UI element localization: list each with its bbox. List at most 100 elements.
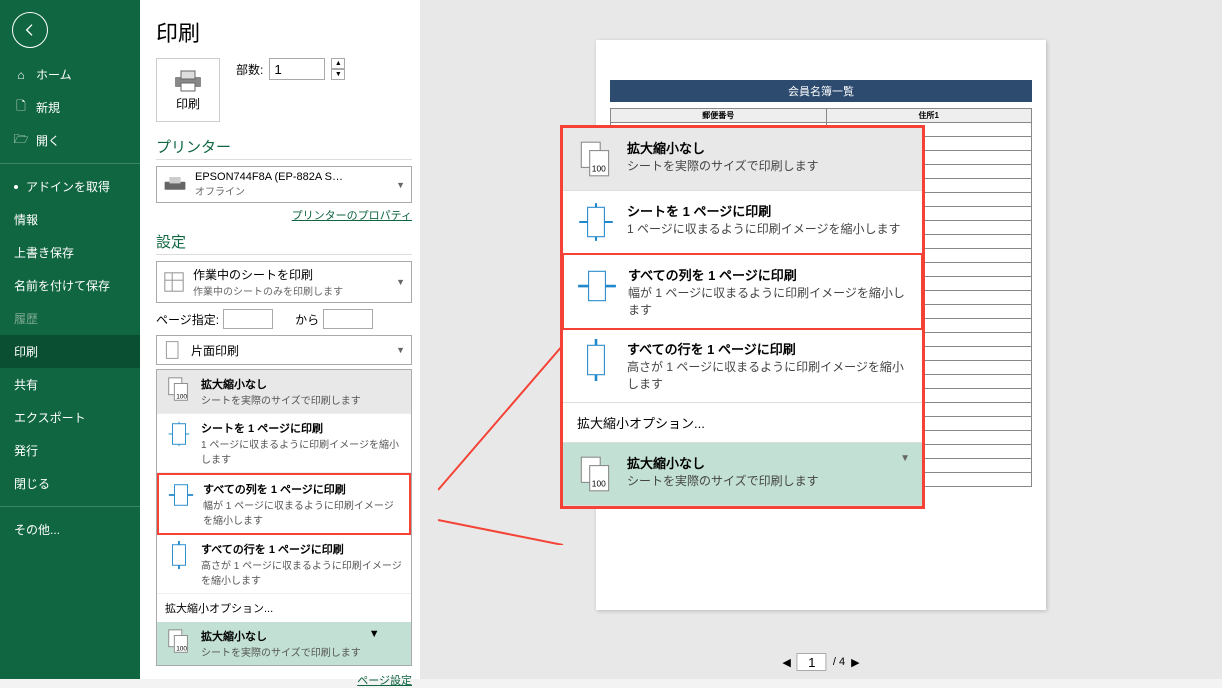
page-setup-link[interactable]: ページ設定 [156,672,412,688]
nav-info[interactable]: 情報 [0,203,140,236]
scaling-options-link[interactable]: 拡大縮小オプション... [157,594,411,622]
pages-100-icon: 100 [575,138,617,180]
option-title: 拡大縮小なし [201,376,361,392]
back-button[interactable] [12,12,48,48]
current-desc: シートを実際のサイズで印刷します [627,472,819,489]
printer-dropdown[interactable]: EPSON744F8A (EP-882A S… オフライン ▼ [156,166,412,203]
nav-save[interactable]: 上書き保存 [0,236,140,269]
printer-icon [163,175,187,195]
nav-new[interactable]: 🗋 新規 [0,91,140,124]
option-title: すべての列を 1 ページに印刷 [628,265,909,284]
pages-100-icon: 100 [165,628,193,656]
option-desc: 高さが 1 ページに収まるように印刷イメージを縮小します [627,358,910,392]
nav-label: 履歴 [14,310,38,327]
page-to-input[interactable] [323,309,373,329]
copies-input[interactable] [269,58,325,80]
copies-spinner[interactable]: ▲▼ [331,58,345,80]
page-range: ページ指定: から [156,309,412,329]
svg-text:100: 100 [592,164,606,174]
option-desc: 幅が 1 ページに収まるように印刷イメージを縮小します [203,497,401,527]
copies-label: 部数: [236,61,263,78]
chevron-down-icon: ▼ [396,180,405,190]
scaling-current[interactable]: 100 拡大縮小なしシートを実際のサイズで印刷します ▼ [157,622,411,665]
next-page-button[interactable]: ▶ [851,656,859,669]
nav-export[interactable]: エクスポート [0,401,140,434]
callout-current[interactable]: 100 拡大縮小なしシートを実際のサイズで印刷します ▼ [563,443,922,506]
new-icon: 🗋 [14,101,28,115]
backstage-sidebar: ⌂ ホーム 🗋 新規 🗁開く アドインを取得 情報 上書き保存 名前を付けて保存 履… [0,0,140,679]
page-number-input[interactable] [797,653,827,671]
page-title: 印刷 [156,16,412,48]
callout-option-fit-sheet[interactable]: シートを 1 ページに印刷1 ページに収まるように印刷イメージを縮小します [563,191,922,254]
home-icon: ⌂ [14,68,28,82]
nav-print[interactable]: 印刷 [0,335,140,368]
print-active-sheets-dropdown[interactable]: 作業中のシートを印刷 作業中のシートのみを印刷します ▼ [156,261,412,303]
nav-history: 履歴 [0,302,140,335]
current-title: 拡大縮小なし [201,628,361,644]
callout-option-none[interactable]: 100 拡大縮小なしシートを実際のサイズで印刷します [563,128,922,191]
printer-status: オフライン [195,183,343,198]
page-to-label: から [295,311,319,328]
nav-label: 発行 [14,442,38,459]
nav-more[interactable]: その他... [0,513,140,546]
option-desc: 1 ページに収まるように印刷イメージを縮小します [201,436,403,466]
nav-label: アドインを取得 [26,178,110,195]
callout-option-fit-columns[interactable]: すべての列を 1 ページに印刷幅が 1 ページに収まるように印刷イメージを縮小し… [562,253,923,330]
option-desc: 幅が 1 ページに収まるように印刷イメージを縮小します [628,284,909,318]
option-title: すべての列を 1 ページに印刷 [203,481,401,497]
pages-100-icon: 100 [165,376,193,404]
fit-rows-icon [575,339,617,381]
page-total: / 4 [833,656,845,668]
nav-label: 閉じる [14,475,50,492]
nav-label: 情報 [14,211,38,228]
option-title: すべての行を 1 ページに印刷 [201,541,403,557]
fit-page-icon [575,201,617,243]
current-title: 拡大縮小なし [627,453,819,472]
printer-icon [173,69,203,93]
dropdown-title: 作業中のシートを印刷 [193,266,343,283]
settings-heading: 設定 [156,231,412,255]
nav-share[interactable]: 共有 [0,368,140,401]
nav-home[interactable]: ⌂ ホーム [0,58,140,91]
copies-control: 部数: ▲▼ [236,58,345,80]
scaling-option-none[interactable]: 100 拡大縮小なしシートを実際のサイズで印刷します [157,370,411,414]
svg-text:100: 100 [176,393,187,400]
print-settings-column: 印刷 印刷 部数: ▲▼ プリンター EPSON744F8A (EP-882A … [140,0,420,679]
scaling-option-fit-sheet[interactable]: シートを 1 ページに印刷1 ページに収まるように印刷イメージを縮小します [157,414,411,473]
option-title: 拡大縮小なし [627,138,819,157]
chevron-down-icon: ▼ [396,345,405,355]
scaling-option-fit-rows[interactable]: すべての行を 1 ページに印刷高さが 1 ページに収まるように印刷イメージを縮小… [157,535,411,594]
nav-label: ホーム [36,66,72,83]
callout-option-fit-rows[interactable]: すべての行を 1 ページに印刷高さが 1 ページに収まるように印刷イメージを縮小… [563,329,922,403]
svg-text:100: 100 [592,479,606,489]
printer-properties-link[interactable]: プリンターのプロパティ [156,207,412,223]
svg-text:100: 100 [176,645,187,652]
callout-options-link[interactable]: 拡大縮小オプション... [563,403,922,443]
nav-saveas[interactable]: 名前を付けて保存 [0,269,140,302]
nav-close[interactable]: 閉じる [0,467,140,500]
one-sided-dropdown[interactable]: 片面印刷 ▼ [156,335,412,365]
nav-label: エクスポート [14,409,86,426]
nav-label: その他... [14,521,60,538]
sheet-icon [163,271,185,293]
prev-page-button[interactable]: ◀ [782,656,790,669]
fit-page-icon [165,420,193,448]
nav-open[interactable]: 🗁開く [0,124,140,157]
chevron-down-icon: ▼ [396,277,405,287]
nav-label: 上書き保存 [14,244,74,261]
nav-label: 開く [36,132,60,149]
current-desc: シートを実際のサイズで印刷します [201,644,361,659]
page-from-input[interactable] [223,309,273,329]
callout-connector [438,345,568,545]
dropdown-title: 片面印刷 [191,342,239,359]
nav-addins[interactable]: アドインを取得 [0,170,140,203]
dropdown-desc: 作業中のシートのみを印刷します [193,283,343,298]
option-desc: 高さが 1 ページに収まるように印刷イメージを縮小します [201,557,403,587]
page-range-label: ページ指定: [156,311,219,328]
print-button[interactable]: 印刷 [156,58,220,122]
nav-label: 新規 [36,99,60,116]
bullet-icon [14,185,18,189]
pages-100-icon: 100 [575,453,617,495]
scaling-option-fit-columns[interactable]: すべての列を 1 ページに印刷幅が 1 ページに収まるように印刷イメージを縮小し… [157,473,411,535]
nav-publish[interactable]: 発行 [0,434,140,467]
